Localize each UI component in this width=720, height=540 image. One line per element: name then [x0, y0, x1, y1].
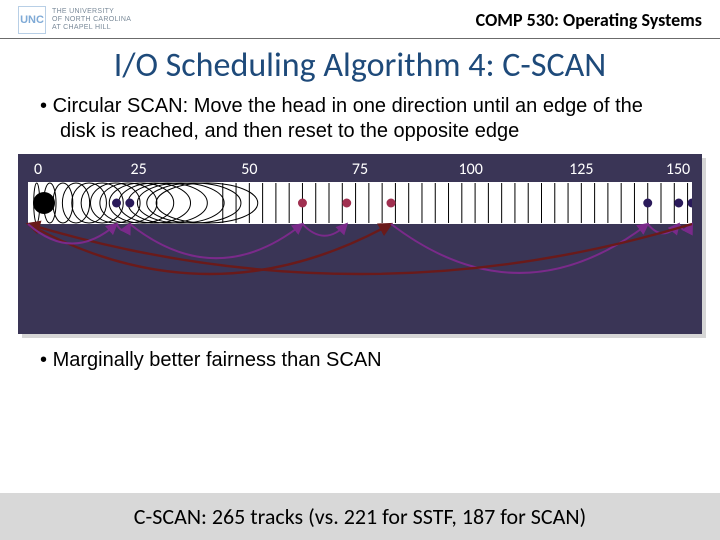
cscan-diagram: 0255075100125150 [18, 154, 702, 334]
movement-arc [117, 224, 130, 230]
slide-title: I/O Scheduling Algorithm 4: C-SCAN [0, 45, 720, 86]
logo-mark: UNC [18, 6, 46, 34]
bullet-1: Circular SCAN: Move the head in one dire… [0, 94, 720, 144]
movement-arc [130, 224, 303, 258]
slide-header: UNC THE UNIVERSITY of NORTH CAROLINA at … [0, 0, 720, 39]
movement-arc [302, 224, 346, 236]
movement-arcs [18, 154, 702, 334]
logo-text: THE UNIVERSITY of NORTH CAROLINA at CHAP… [52, 8, 131, 31]
course-title: COMP 530: Operating Systems [476, 9, 702, 31]
movement-arc [28, 224, 692, 274]
movement-arc [391, 224, 648, 273]
unc-logo: UNC THE UNIVERSITY of NORTH CAROLINA at … [18, 6, 131, 34]
bullet-2: Marginally better fairness than SCAN [0, 348, 720, 373]
logo-line2: of NORTH CAROLINA [52, 16, 131, 24]
footer-text: C-SCAN: 265 tracks (vs. 221 for SSTF, 18… [0, 503, 720, 530]
footer-bar: C-SCAN: 265 tracks (vs. 221 for SSTF, 18… [0, 493, 720, 540]
logo-line1: THE UNIVERSITY [52, 8, 131, 16]
diagram-body: 0255075100125150 [18, 154, 702, 334]
logo-line3: at CHAPEL HILL [52, 24, 131, 32]
